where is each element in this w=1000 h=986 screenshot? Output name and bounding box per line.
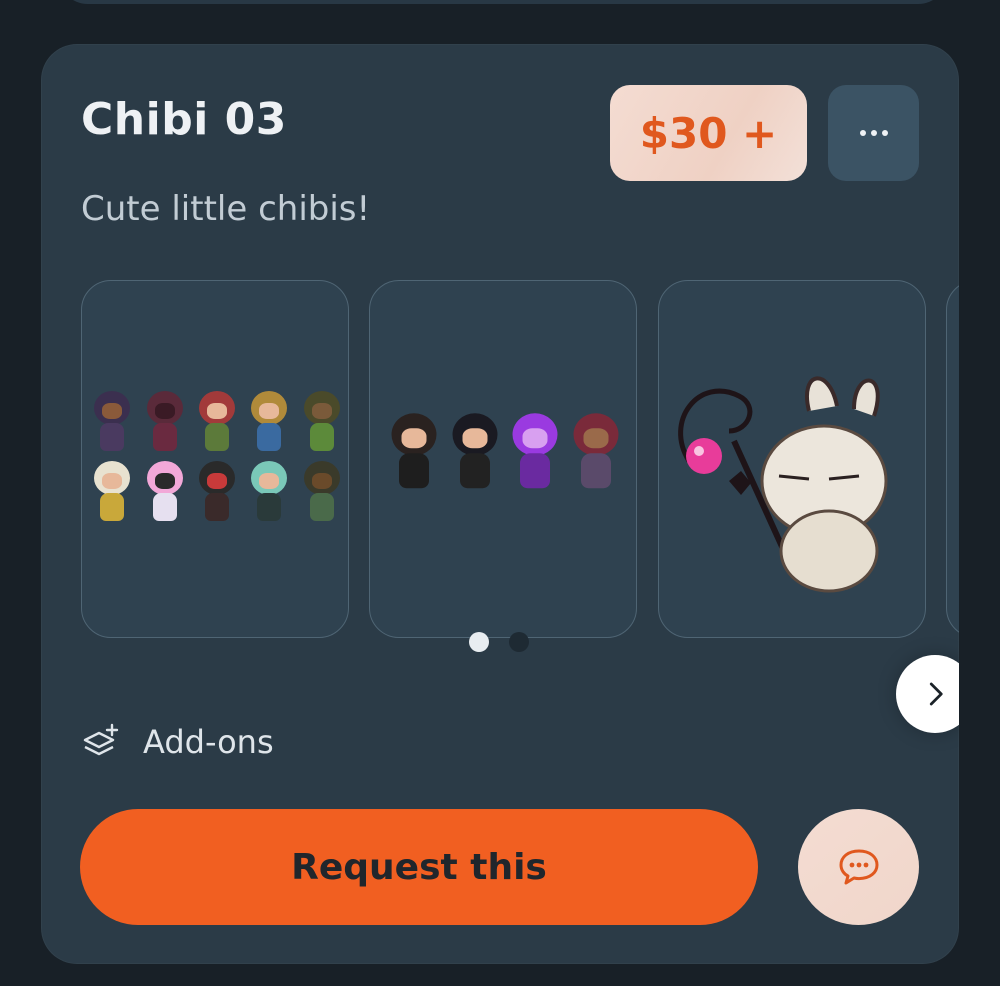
pagination-dot-1[interactable] bbox=[469, 632, 489, 652]
card-title: Chibi 03 bbox=[81, 94, 287, 145]
price-badge: $30 + bbox=[610, 85, 807, 181]
addons-label: Add-ons bbox=[143, 723, 274, 761]
carousel-pagination bbox=[469, 632, 529, 652]
request-button[interactable]: Request this bbox=[80, 809, 758, 925]
card-description: Cute little chibis! bbox=[81, 189, 371, 229]
layers-plus-icon bbox=[83, 723, 119, 756]
ellipsis-icon bbox=[859, 130, 866, 136]
gallery-image-2[interactable] bbox=[369, 280, 637, 638]
chevron-right-icon bbox=[929, 682, 943, 706]
gallery-image-3[interactable] bbox=[658, 280, 926, 638]
more-options-button[interactable] bbox=[828, 85, 919, 181]
pagination-dot-2[interactable] bbox=[509, 632, 529, 652]
gallery-image-1[interactable] bbox=[81, 280, 349, 638]
chat-bubble-icon bbox=[839, 849, 878, 885]
chat-button[interactable] bbox=[798, 809, 919, 925]
commission-card: Chibi 03 $30 + Cute little chibis! Add-o… bbox=[41, 44, 959, 964]
bunny-mage-illustration bbox=[678, 376, 888, 593]
addons-link[interactable]: Add-ons bbox=[81, 722, 274, 762]
gallery-image-peek[interactable] bbox=[946, 280, 959, 638]
carousel-next-button[interactable] bbox=[896, 655, 959, 733]
previous-card-edge bbox=[58, 0, 948, 4]
image-carousel[interactable] bbox=[81, 280, 959, 733]
